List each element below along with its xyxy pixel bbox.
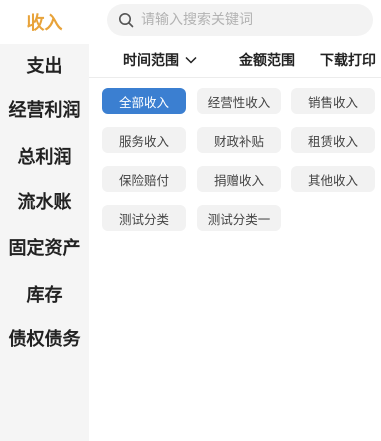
category-tag-insurance-claim[interactable]: 保险赔付 [102,166,186,192]
time-range-label: 时间范围 [123,53,179,69]
sidebar-item-operating-profit[interactable]: 经营利润 [0,87,89,131]
category-tag-operating-income[interactable]: 经营性收入 [197,88,281,114]
download-print-button[interactable]: 下载打印 [320,42,376,78]
category-tag-fiscal-subsidy[interactable]: 财政补贴 [197,127,281,153]
sidebar-item-inventory[interactable]: 库存 [0,272,89,316]
sidebar-item-expense[interactable]: 支出 [0,43,89,87]
category-tag-lease-income[interactable]: 租赁收入 [291,127,375,153]
sidebar-item-debts[interactable]: 债权债务 [0,316,89,360]
category-tag-test-category-one[interactable]: 测试分类一 [197,205,281,231]
sidebar-item-ledger[interactable]: 流水账 [0,179,89,223]
category-tag-all-income[interactable]: 全部收入 [102,88,186,114]
chevron-down-icon [185,56,197,64]
amount-range-filter[interactable]: 金额范围 [239,42,295,78]
search-bar[interactable] [107,4,373,36]
time-range-filter[interactable]: 时间范围 [123,42,197,78]
category-tag-other-income[interactable]: 其他收入 [291,166,375,192]
sidebar-item-total-profit[interactable]: 总利润 [0,134,89,178]
search-icon [119,13,134,28]
sidebar: 收入 支出 经营利润 总利润 流水账 固定资产 库存 债权债务 [0,0,89,441]
sidebar-item-income[interactable]: 收入 [0,0,89,44]
sidebar-item-fixed-assets[interactable]: 固定资产 [0,225,89,269]
category-tag-service-income[interactable]: 服务收入 [102,127,186,153]
category-tag-donation-income[interactable]: 捐赠收入 [197,166,281,192]
category-tag-sales-income[interactable]: 销售收入 [291,88,375,114]
filter-bar: 时间范围 金额范围 下载打印 [89,42,381,78]
search-input[interactable] [141,12,361,28]
category-tag-test-category[interactable]: 测试分类 [102,205,186,231]
